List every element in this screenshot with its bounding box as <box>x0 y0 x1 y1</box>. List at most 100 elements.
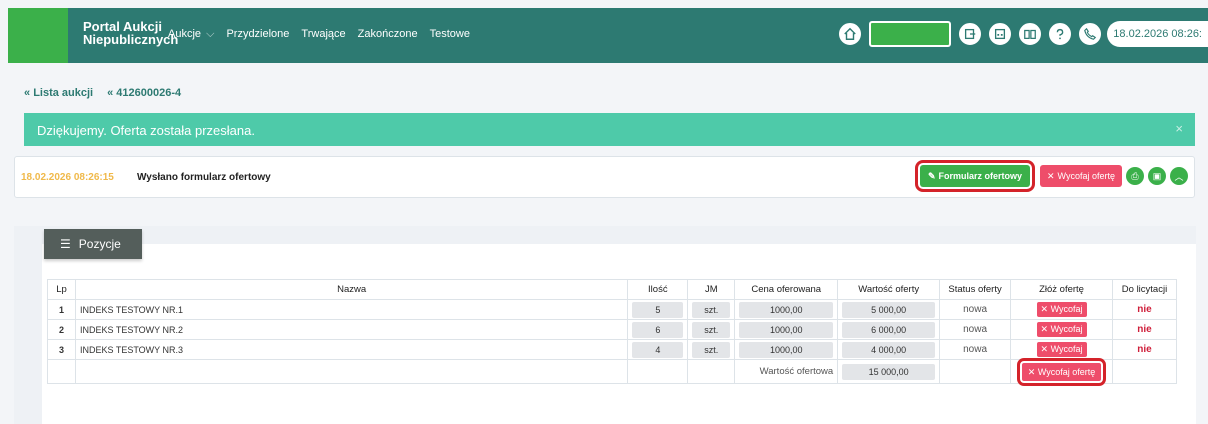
offer-form-button[interactable]: ✎ Formularz ofertowy <box>914 160 1036 192</box>
row-action-cell: ✕ Wycofaj <box>1010 319 1113 340</box>
row-value: 4 000,00 <box>842 341 936 358</box>
calculator-button[interactable] <box>987 21 1014 47</box>
withdraw-row-button[interactable]: ✕ Wycofaj <box>1036 302 1087 317</box>
nav-testowe[interactable]: Testowe <box>430 28 470 41</box>
row-bid: nie <box>1111 339 1178 360</box>
home-button[interactable] <box>837 21 864 47</box>
row-price-cell: 1000,00 <box>734 319 839 340</box>
logout-button[interactable] <box>957 21 984 47</box>
row-action-cell: ✕ Wycofaj <box>1010 299 1113 320</box>
chevron-down-icon: ⌵ <box>203 28 215 40</box>
row-bid: nie <box>1111 299 1178 320</box>
print-button[interactable]: ⎙ <box>1126 167 1144 185</box>
nav-przydzielone[interactable]: Przydzielone <box>226 28 289 41</box>
total-value-cell: 15 000,00 <box>837 359 941 384</box>
withdraw-offer-button[interactable]: ✕ Wycofaj ofertę <box>1040 165 1122 187</box>
col-ilosc: Ilość <box>627 279 689 300</box>
contact-button[interactable] <box>1077 21 1104 47</box>
current-datetime: 18.02.2026 08:26: <box>1107 21 1208 47</box>
table-row: 2 INDEKS TESTOWY NR.2 6 szt. 1000,00 6 0… <box>47 319 1178 340</box>
row-price: 1000,00 <box>739 301 834 318</box>
calculator-icon <box>995 28 1006 40</box>
list-icon: ☰ <box>60 237 71 251</box>
row-name: INDEKS TESTOWY NR.1 <box>74 299 629 320</box>
nav-zakonczone[interactable]: Zakończone <box>358 28 418 41</box>
col-licytacja: Do licytacji <box>1111 279 1178 300</box>
row-value-cell: 6 000,00 <box>837 319 941 340</box>
row-price: 1000,00 <box>739 341 834 358</box>
row-unit: szt. <box>692 301 731 318</box>
row-qty: 4 <box>632 341 684 358</box>
question-icon <box>1056 28 1064 40</box>
manual-button[interactable] <box>1017 21 1044 47</box>
row-price-cell: 1000,00 <box>734 339 839 360</box>
offer-status-card: 18.02.2026 08:26:15 Wysłano formularz of… <box>14 156 1195 198</box>
row-value: 5 000,00 <box>842 301 936 318</box>
total-spacer <box>687 359 736 384</box>
row-value: 6 000,00 <box>842 321 936 338</box>
row-qty-cell: 5 <box>627 299 689 320</box>
row-unit-cell: szt. <box>687 339 736 360</box>
row-name: INDEKS TESTOWY NR.3 <box>74 339 629 360</box>
row-bid: nie <box>1111 319 1178 340</box>
tab-pozycje[interactable]: ☰ Pozycje <box>44 229 142 259</box>
close-icon: ✕ <box>1047 170 1055 181</box>
row-price-cell: 1000,00 <box>734 299 839 320</box>
edit-icon: ✎ <box>927 170 936 181</box>
row-value-cell: 4 000,00 <box>837 339 941 360</box>
collapse-button[interactable]: ︿ <box>1170 167 1188 185</box>
total-spacer <box>74 359 629 384</box>
status-message: Wysłano formularz ofertowy <box>137 172 271 183</box>
withdraw-row-button[interactable]: ✕ Wycofaj <box>1036 322 1087 337</box>
row-lp: 3 <box>47 339 76 360</box>
breadcrumb: « Lista aukcji « 412600026-4 <box>24 87 181 99</box>
row-value-cell: 5 000,00 <box>837 299 941 320</box>
positions-table: Lp Nazwa Ilość JM Cena oferowana Wartość… <box>47 279 1178 386</box>
row-qty-cell: 6 <box>627 319 689 340</box>
help-button[interactable] <box>1047 21 1074 47</box>
user-badge[interactable] <box>869 21 952 47</box>
nav-trwajace[interactable]: Trwające <box>301 28 345 41</box>
row-unit: szt. <box>692 321 731 338</box>
portal-brand[interactable]: Portal Aukcji Niepublicznych <box>83 20 178 46</box>
main-nav: Aukcje ⌵ Przydzielone Trwające Zakończon… <box>168 28 470 41</box>
row-unit-cell: szt. <box>687 299 736 320</box>
table-row: 1 INDEKS TESTOWY NR.1 5 szt. 1000,00 5 0… <box>47 299 1178 320</box>
withdraw-all-button[interactable]: ✕ Wycofaj ofertę <box>1016 357 1107 386</box>
row-status: nowa <box>939 319 1012 340</box>
col-cena: Cena oferowana <box>734 279 839 300</box>
book-icon <box>1024 29 1037 39</box>
table-row: 3 INDEKS TESTOWY NR.3 4 szt. 1000,00 4 0… <box>47 339 1178 360</box>
phone-icon <box>1084 27 1097 40</box>
table-total-row: Wartość ofertowa 15 000,00 ✕ Wycofaj ofe… <box>47 357 1178 386</box>
table-header-row: Lp Nazwa Ilość JM Cena oferowana Wartość… <box>47 279 1178 300</box>
total-spacer <box>939 359 1012 384</box>
row-lp: 2 <box>47 319 76 340</box>
nav-aukcje[interactable]: Aukcje ⌵ <box>168 28 214 41</box>
breadcrumb-auction-id[interactable]: « 412600026-4 <box>107 87 181 99</box>
chevron-up-icon: ︿ <box>1174 171 1184 182</box>
status-actions: ✎ Formularz ofertowy ✕ Wycofaj ofertę ⎙ … <box>914 160 1188 192</box>
total-spacer <box>47 359 76 384</box>
row-lp: 1 <box>47 299 76 320</box>
success-alert: Dziękujemy. Oferta została przesłana. × <box>24 113 1195 146</box>
withdraw-row-button[interactable]: ✕ Wycofaj <box>1036 342 1087 357</box>
logout-icon <box>965 28 976 40</box>
close-icon[interactable]: × <box>1175 121 1183 136</box>
print-icon: ⎙ <box>1131 170 1139 181</box>
receipt-button[interactable]: ▣ <box>1148 167 1166 185</box>
row-price: 1000,00 <box>739 321 834 338</box>
col-jm: JM <box>687 279 736 300</box>
status-timestamp: 18.02.2026 08:26:15 <box>21 172 114 183</box>
row-status: nowa <box>939 339 1012 360</box>
col-zloz: Złóż ofertę <box>1010 279 1113 300</box>
col-lp: Lp <box>47 279 76 300</box>
logo[interactable] <box>8 8 68 63</box>
row-name: INDEKS TESTOWY NR.2 <box>74 319 629 340</box>
row-unit: szt. <box>692 341 731 358</box>
row-qty-cell: 4 <box>627 339 689 360</box>
col-wartosc: Wartość oferty <box>837 279 941 300</box>
total-spacer <box>627 359 689 384</box>
row-qty: 5 <box>632 301 684 318</box>
breadcrumb-lista-aukcji[interactable]: « Lista aukcji <box>24 87 93 99</box>
